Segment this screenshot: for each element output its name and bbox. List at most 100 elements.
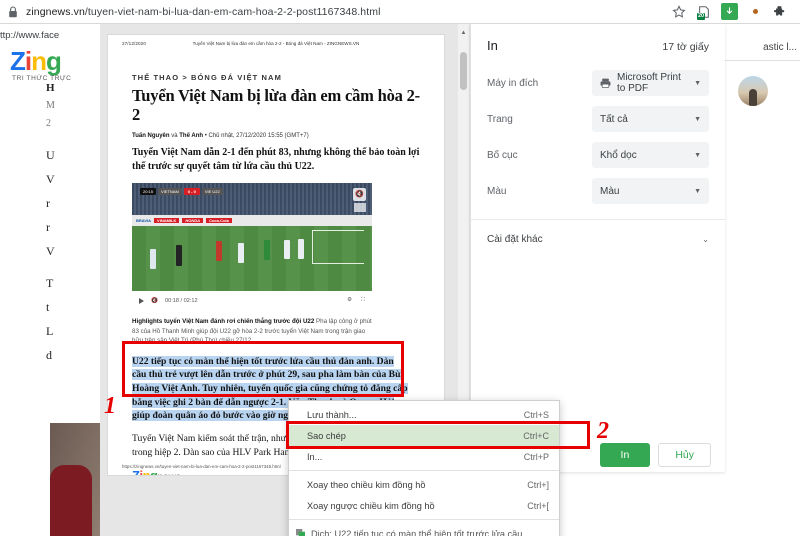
video-time: 00:18 / 02:12 [164,297,198,304]
ad-board-3: HONDA [182,218,204,224]
video-player[interactable]: BRAVIA VINAMILK HONDA Coca-Cola 20:15 VI… [132,182,372,311]
bg-text-line-0: H [46,82,55,94]
logo-letter-g: g [46,46,62,76]
bg-text-line-5: r [46,196,50,210]
scoreboard-time: 20:15 [140,188,157,196]
context-menu-item-translate[interactable]: Dịch: U22 tiếp tục có màn thể hiện tốt t… [289,523,559,536]
extension-badge-count: 20 [697,12,706,20]
scroll-up-arrow-icon[interactable]: ▲ [458,26,469,40]
label-color: Màu [487,185,507,197]
layout-value: Khổ dọc [600,149,637,161]
byline-timestamp: Chủ nhật, 27/12/2020 15:55 (GMT+7) [208,132,309,139]
download-icon[interactable] [721,3,738,20]
print-button[interactable]: In [599,442,651,467]
page-title: Tuyển Việt Nam bị lừa đàn em cầm hòa 2-2 [132,86,420,124]
lock-icon [9,5,17,17]
ad-board-1: BRAVIA [136,218,152,224]
preview-header-title: Tuyển Việt Nam bị lừa đàn em cầm hòa 2-2… [192,41,360,46]
menu-label: Dịch: U22 tiếp tục có màn thể hiện tốt t… [311,528,531,536]
background-tab-text: astic l... [763,42,797,53]
setting-row-pages: Trang Tất cả ▼ [471,101,725,137]
puzzle-extensions-icon[interactable] [772,4,788,20]
volume-icon[interactable]: 🔇 [151,298,158,304]
pages-value: Tất cả [600,113,628,125]
menu-shortcut: Ctrl+S [523,409,549,420]
video-ad-boards: BRAVIA VINAMILK HONDA Coca-Cola [132,215,372,227]
pages-select[interactable]: Tất cả ▼ [592,106,709,132]
translate-icon [296,529,305,536]
label-destination: Máy in đích [487,77,539,89]
logo-letter-n: n [31,46,47,76]
setting-row-destination: Máy in đích Microsoft Print to PDF ▼ [471,65,725,101]
settings-gear-icon[interactable]: ⚙ [347,297,352,304]
fullscreen-icon[interactable]: ⛶ [361,297,365,304]
byline-author-2: Thế Anh [179,132,204,139]
ad-board-4: Coca-Cola [206,218,232,224]
bg-text-line-9: t [46,300,50,314]
video-scoreboard: 20:15 VIETNAM 0 - 0 VIE U22 [140,188,223,196]
more-settings-label: Cài đặt khác [487,233,543,245]
bookmark-star-icon[interactable] [671,4,687,20]
profile-dot-icon[interactable] [747,4,763,20]
bg-text-line-3: U [46,148,55,162]
annotation-box-1 [122,341,404,397]
bg-text-line-10: L [46,324,54,338]
menu-label: Xoay ngược chiều kim đồng hồ [307,500,435,511]
more-settings-toggle[interactable]: Cài đặt khác ⌄ [471,220,725,258]
menu-divider [289,519,559,520]
logo-letter-z: Z [10,46,26,76]
address-bar[interactable]: zingnews.vn/tuyen-viet-nam-bi-lua-dan-em… [26,6,381,18]
annotation-box-2 [286,421,590,449]
printer-icon [600,78,611,88]
print-panel-header: In 17 tờ giấy [471,24,725,65]
chevron-down-icon: ▼ [694,115,701,123]
chevron-down-icon: ⌄ [702,234,709,244]
bg-text-line-1: M [46,100,55,111]
color-value: Màu [600,185,620,197]
scoreboard-away: VIE U22 [201,188,223,196]
color-select[interactable]: Màu ▼ [592,178,709,204]
scrollbar-thumb[interactable] [460,52,467,90]
destination-select[interactable]: Microsoft Print to PDF ▼ [592,70,709,96]
setting-row-layout: Bố cục Khổ dọc ▼ [471,137,725,173]
label-pages: Trang [487,113,513,125]
extension-badge-icon[interactable]: 20 [696,4,712,20]
chevron-down-icon: ▼ [694,151,701,159]
browser-toolbar: zingnews.vn/tuyen-viet-nam-bi-lua-dan-em… [0,0,800,24]
cancel-button[interactable]: Hủy [658,442,711,467]
article-lead: Tuyển Việt Nam dẫn 2-1 đến phút 83, nhưn… [132,146,420,173]
bg-text-line-4: V [46,172,55,186]
preview-footer-url: https://zingnews.vn/tuyen-viet-nam-bi-lu… [122,464,281,469]
chevron-down-icon: ▼ [694,79,701,87]
sheet-count: 17 tờ giấy [662,41,709,53]
play-icon[interactable] [139,297,144,304]
mute-icon[interactable]: 🔇 [353,187,366,201]
menu-label: Xoay theo chiều kim đồng hồ [307,479,426,490]
bg-text-line-8: T [46,276,54,290]
background-facebook-url: ttp://www.face [0,30,60,41]
menu-label: In... [307,451,323,462]
menu-shortcut: Ctrl+] [527,479,549,490]
ad-board-2: VINAMILK [154,218,180,224]
print-dialog-title: In [487,38,498,53]
context-menu-item-rotate-ccw[interactable]: Xoay ngược chiều kim đồng hồ Ctrl+[ [289,495,559,516]
bg-text-line-11: d [46,348,52,362]
context-menu-item-print[interactable]: In... Ctrl+P [289,446,559,467]
video-time-current: 00:18 [164,297,179,304]
zingnews-logo: Zing [10,46,62,77]
label-layout: Bố cục [487,149,518,161]
chevron-down-icon: ▼ [694,187,701,195]
menu-shortcut: Ctrl+[ [527,500,549,511]
toolbar-icons: 20 [671,3,792,20]
scoreboard-home: VIETNAM [158,188,182,196]
video-watermark-icon [354,202,366,212]
video-time-total: 02:12 [183,297,198,304]
video-frame[interactable]: BRAVIA VINAMILK HONDA Coca-Cola 20:15 VI… [132,182,372,291]
context-menu-item-rotate-cw[interactable]: Xoay theo chiều kim đồng hồ Ctrl+] [289,474,559,495]
annotation-number-2: 2 [597,418,609,444]
video-controls[interactable]: 🔇 00:18 / 02:12 ⚙ ⛶ [132,290,372,311]
avatar [738,76,768,106]
caption-bold: Highlights tuyển Việt Nam đánh rơi chiến… [132,317,315,325]
layout-select[interactable]: Khổ dọc ▼ [592,142,709,168]
menu-label: Lưu thành... [307,409,357,420]
